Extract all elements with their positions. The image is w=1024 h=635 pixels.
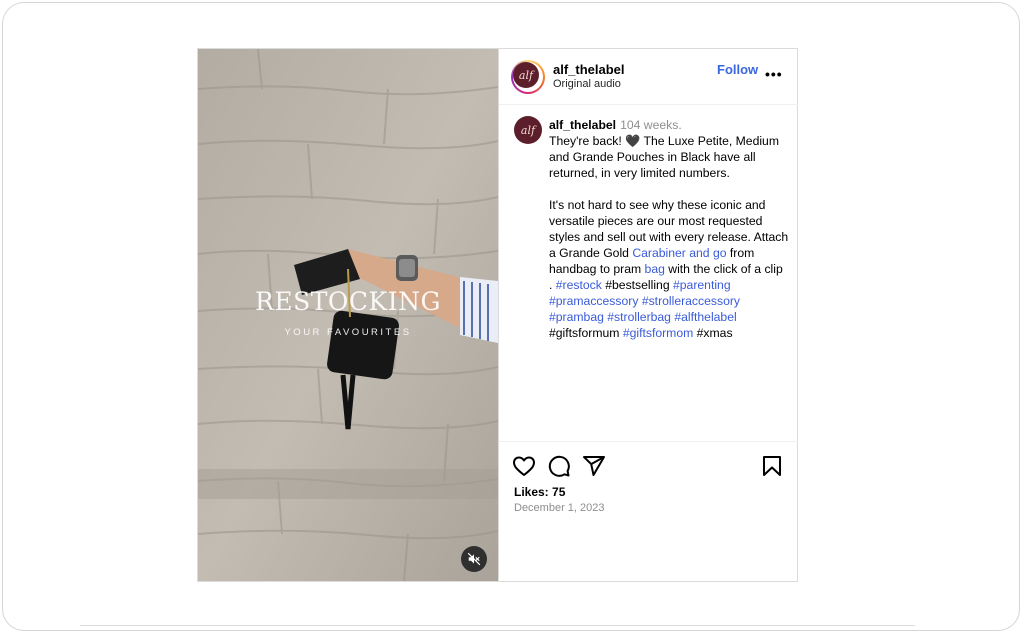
heart-icon [513, 456, 535, 476]
action-bar [499, 454, 798, 484]
divider [80, 625, 915, 626]
hashtag-alfthelabel[interactable]: #alfthelabel [674, 310, 736, 324]
share-icon [583, 456, 605, 476]
hashtag-restock[interactable]: #restock [556, 278, 602, 292]
hashtag-strollerbag[interactable]: #strollerbag [607, 310, 671, 324]
avatar[interactable]: alf [513, 62, 539, 88]
hashtag-bestselling: #bestselling [605, 278, 670, 292]
post-date[interactable]: December 1, 2023 [514, 502, 605, 514]
save-button[interactable] [760, 454, 784, 478]
share-button[interactable] [582, 454, 606, 478]
comment-button[interactable] [547, 454, 571, 478]
story-ring[interactable]: alf [511, 60, 545, 94]
speaker-muted-icon [467, 552, 481, 566]
post-age: 104 weeks. [620, 118, 682, 132]
post-header: alf alf_thelabel Original audio Follow •… [499, 49, 798, 105]
comment-icon [548, 455, 570, 477]
mute-button[interactable] [461, 546, 487, 572]
likes-count[interactable]: Likes: 75 [514, 485, 565, 499]
caption-period: . [549, 278, 556, 292]
caption-text: alf_thelabel 104 weeks. They're back! 🖤 T… [549, 117, 789, 341]
post-card: RESTOCKING YOUR FAVOURITES alf alf_thela… [197, 48, 798, 582]
hashtag-parenting[interactable]: #parenting [673, 278, 731, 292]
caption-username[interactable]: alf_thelabel [549, 118, 616, 132]
audio-label[interactable]: Original audio [553, 78, 621, 90]
caption-section: alf alf_thelabel 104 weeks. They're back!… [499, 105, 798, 442]
hashtag-prambag[interactable]: #prambag [549, 310, 604, 324]
post-side-panel: alf alf_thelabel Original audio Follow •… [498, 49, 798, 581]
follow-button[interactable]: Follow [717, 62, 758, 77]
caption-avatar[interactable]: alf [514, 116, 542, 144]
caption-line-2c: with the click of a clip [664, 262, 783, 276]
more-options-icon[interactable]: ••• [765, 66, 783, 82]
overlay-subtitle: YOUR FAVOURITES [284, 327, 412, 338]
post-media[interactable]: RESTOCKING YOUR FAVOURITES [198, 49, 498, 581]
like-button[interactable] [512, 454, 536, 478]
overlay-title: RESTOCKING [255, 287, 441, 316]
hashtag-giftsformom[interactable]: #giftsformom [623, 326, 693, 340]
bag-link[interactable]: bag [645, 262, 665, 276]
hashtag-giftsformum: #giftsformum [549, 326, 620, 340]
carabiner-link[interactable]: Carabiner and go [632, 246, 726, 260]
hashtag-pramaccessory[interactable]: #pramaccessory [549, 294, 638, 308]
header-username[interactable]: alf_thelabel [553, 62, 625, 77]
hashtag-xmas: #xmas [696, 326, 733, 340]
caption-line-1: They're back! 🖤 The Luxe Petite, Medium … [549, 134, 779, 180]
hashtag-strolleraccessory[interactable]: #strolleraccessory [642, 294, 740, 308]
bookmark-icon [763, 456, 781, 476]
